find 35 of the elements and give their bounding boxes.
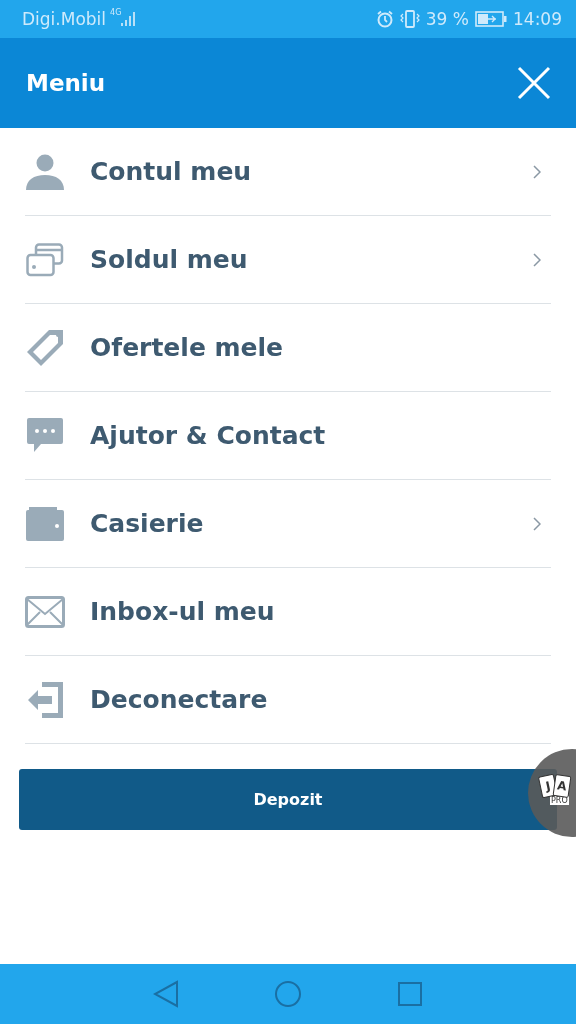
chevron-right-icon	[533, 164, 541, 179]
menu-item[interactable]: Soldul meu	[25, 216, 551, 304]
battery-icon	[475, 11, 507, 27]
close-icon[interactable]	[517, 66, 551, 100]
person-icon	[25, 153, 65, 190]
menu-item[interactable]: Deconectare	[25, 656, 551, 744]
menu-item-label: Ajutor & Contact	[90, 421, 327, 450]
header-title: Meniu	[26, 70, 106, 96]
battery-percent: 39 %	[425, 9, 469, 29]
home-icon[interactable]	[274, 980, 302, 1008]
menu-item-label: Soldul meu	[90, 245, 249, 274]
cards-icon	[25, 242, 65, 277]
menu-item[interactable]: Ajutor & Contact	[25, 392, 551, 480]
menu-item-label: Ofertele mele	[90, 333, 285, 362]
signal-icon	[121, 12, 136, 26]
clock: 14:09	[513, 9, 562, 29]
wallet-icon	[25, 506, 65, 541]
menu-item-label: Inbox-ul meu	[90, 597, 276, 626]
menu-item-label: Deconectare	[90, 685, 269, 714]
vibrate-icon	[399, 10, 420, 28]
recents-icon[interactable]	[397, 981, 423, 1007]
menu-item[interactable]: Casierie	[25, 480, 551, 568]
tag-icon	[25, 327, 65, 368]
network-type: 4G	[110, 8, 122, 17]
envelope-icon	[25, 595, 65, 628]
back-icon[interactable]	[153, 980, 179, 1008]
chevron-right-icon	[533, 516, 541, 531]
carrier-name: Digi.Mobil	[22, 9, 107, 29]
menu-item[interactable]: Ofertele mele	[25, 304, 551, 392]
alarm-icon	[375, 10, 394, 28]
menu-item[interactable]: Contul meu	[25, 128, 551, 216]
menu-item[interactable]: Inbox-ul meu	[25, 568, 551, 656]
menu-item-label: Casierie	[90, 509, 205, 538]
chevron-right-icon	[533, 252, 541, 267]
menu-item-label: Contul meu	[90, 157, 253, 186]
